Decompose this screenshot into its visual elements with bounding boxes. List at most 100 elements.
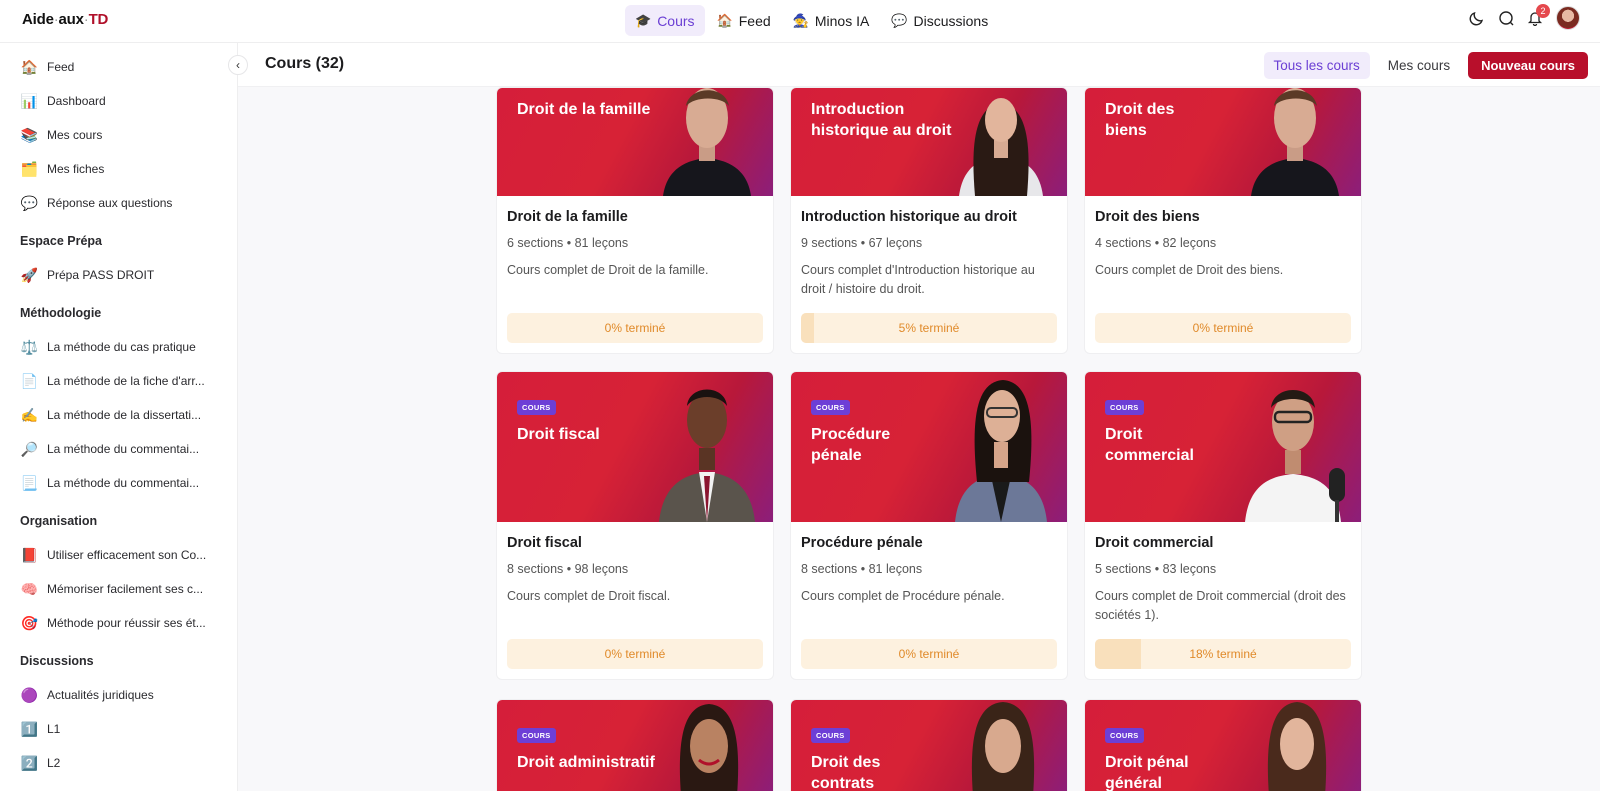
course-meta: 4 sections • 82 leçons bbox=[1095, 236, 1217, 250]
course-card-droit-administratif[interactable]: COURS Droit administratif bbox=[496, 699, 774, 791]
course-name: Procédure pénale bbox=[801, 535, 923, 551]
target-icon: 🎯 bbox=[20, 614, 39, 631]
banner-title: Procédure pénale bbox=[811, 426, 891, 464]
tab-tous-les-cours[interactable]: Tous les cours bbox=[1263, 52, 1370, 79]
wizard-icon: 🧙 bbox=[792, 12, 809, 28]
sidebar-item-memoriser[interactable]: 🧠 Mémoriser facilement ses c... bbox=[20, 578, 220, 600]
sidebar-item-l1[interactable]: 1️⃣ L1 bbox=[20, 718, 220, 740]
nav-label: Feed bbox=[738, 12, 771, 29]
nav-discussions[interactable]: 💬 Discussions bbox=[881, 5, 998, 36]
notification-badge: 2 bbox=[1536, 4, 1550, 18]
course-body: Droit des biens 4 sections • 82 leçons C… bbox=[1085, 196, 1361, 353]
sidebar-item-commentaire-2[interactable]: 📃 La méthode du commentai... bbox=[20, 472, 220, 494]
sidebar-collapse-button[interactable]: ‹ bbox=[228, 55, 248, 75]
sidebar-item-actualites[interactable]: 🟣 Actualités juridiques bbox=[20, 684, 220, 706]
sidebar-item-label: L1 bbox=[47, 722, 61, 736]
moon-icon[interactable] bbox=[1469, 10, 1485, 26]
course-card-droit-penal-general[interactable]: COURS Droit pénal général bbox=[1084, 699, 1362, 791]
course-card-droit-contrats[interactable]: COURS Droit des contrats bbox=[790, 699, 1068, 791]
course-banner: Droit de la famille bbox=[497, 88, 773, 196]
course-chip: COURS bbox=[1105, 400, 1144, 415]
instructor-photo bbox=[659, 389, 755, 522]
top-bar: Aide·aux·TD 🎓 Cours 🏠 Feed 🧙 Minos IA 💬 Disc… bbox=[0, 0, 1600, 43]
progress-label: 18% terminé bbox=[1189, 647, 1257, 661]
course-banner: Droit des biens bbox=[1085, 88, 1361, 196]
course-body: Procédure pénale 8 sections • 81 leçons … bbox=[791, 522, 1067, 679]
course-meta: 8 sections • 98 leçons bbox=[507, 562, 629, 576]
top-actions: 2 bbox=[1469, 4, 1580, 30]
course-meta: 9 sections • 67 leçons bbox=[801, 236, 923, 250]
sidebar-item-code[interactable]: 📕 Utiliser efficacement son Co... bbox=[20, 544, 220, 566]
red-book-icon: 📕 bbox=[20, 546, 39, 563]
progress-bar: 0% terminé bbox=[1095, 313, 1351, 343]
progress-bar: 0% terminé bbox=[801, 639, 1057, 669]
magnifier-icon: 🔎 bbox=[20, 440, 39, 457]
graduation-cap-icon: 🎓 bbox=[635, 12, 652, 28]
progress-bar: 0% terminé bbox=[507, 313, 763, 343]
banner-title: Droit pénal général bbox=[1105, 754, 1189, 791]
sidebar-item-dissertation[interactable]: ✍️ La méthode de la dissertati... bbox=[20, 404, 220, 426]
search-icon[interactable] bbox=[1498, 10, 1514, 26]
course-card-droit-famille[interactable]: Droit de la famille Droit de la famille … bbox=[496, 87, 774, 354]
course-body: Droit de la famille 6 sections • 81 leço… bbox=[497, 196, 773, 353]
sidebar-item-label: Mémoriser facilement ses c... bbox=[47, 582, 204, 596]
course-banner: COURS Droit pénal général bbox=[1085, 700, 1361, 791]
course-body: Droit fiscal 8 sections • 98 leçons Cour… bbox=[497, 522, 773, 679]
instructor-photo bbox=[959, 98, 1043, 196]
sidebar-item-label: Feed bbox=[47, 60, 75, 74]
course-description: Cours complet de Droit des biens. bbox=[1095, 263, 1284, 277]
course-meta: 5 sections • 83 leçons bbox=[1095, 562, 1217, 576]
sidebar-item-reussir-etudes[interactable]: 🎯 Méthode pour réussir ses ét... bbox=[20, 612, 220, 634]
section-title-espace-prepa: Espace Prépa bbox=[20, 234, 102, 248]
speech-bubble-icon: 💬 bbox=[20, 194, 39, 211]
logo[interactable]: Aide·aux·TD bbox=[22, 11, 108, 28]
course-name: Droit fiscal bbox=[507, 535, 582, 551]
nav-cours[interactable]: 🎓 Cours bbox=[625, 5, 705, 36]
brain-icon: 🧠 bbox=[20, 580, 39, 597]
course-card-droit-commercial[interactable]: COURS Droit commercial Droit commercial … bbox=[1084, 371, 1362, 680]
course-filters: Tous les cours Mes cours Nouveau cours bbox=[1263, 52, 1588, 79]
course-card-intro-historique[interactable]: Introduction historique au droit Introdu… bbox=[790, 87, 1068, 354]
course-name: Droit commercial bbox=[1095, 535, 1214, 551]
instructor-photo bbox=[1267, 702, 1327, 791]
sidebar-item-label: Mes fiches bbox=[47, 162, 105, 176]
banner-title: Droit commercial bbox=[1105, 426, 1194, 464]
progress-label: 0% terminé bbox=[898, 647, 960, 661]
card-box-icon: 🗂️ bbox=[20, 160, 39, 177]
banner-title: Droit des contrats bbox=[811, 754, 881, 791]
progress-label: 0% terminé bbox=[604, 321, 666, 335]
progress-bar: 18% terminé bbox=[1095, 639, 1351, 669]
sidebar-item-dashboard[interactable]: 📊 Dashboard bbox=[20, 90, 220, 112]
document-icon: 📄 bbox=[20, 372, 39, 389]
sidebar-item-label: Utiliser efficacement son Co... bbox=[47, 548, 207, 562]
nav-minos-ia[interactable]: 🧙 Minos IA bbox=[783, 5, 880, 36]
speech-bubble-icon: 💬 bbox=[891, 12, 908, 28]
new-course-button[interactable]: Nouveau cours bbox=[1468, 52, 1588, 79]
sidebar-item-mes-fiches[interactable]: 🗂️ Mes fiches bbox=[20, 158, 220, 180]
course-meta: 8 sections • 81 leçons bbox=[801, 562, 923, 576]
sidebar-item-cas-pratique[interactable]: ⚖️ La méthode du cas pratique bbox=[20, 336, 220, 358]
nav-feed[interactable]: 🏠 Feed bbox=[707, 5, 781, 36]
sidebar-item-reponse-questions[interactable]: 💬 Réponse aux questions bbox=[20, 192, 220, 214]
banner-title: Droit fiscal bbox=[517, 426, 600, 443]
notifications-button[interactable]: 2 bbox=[1527, 4, 1550, 26]
sidebar-item-fiche-arret[interactable]: 📄 La méthode de la fiche d'arr... bbox=[20, 370, 220, 392]
course-card-droit-biens[interactable]: Droit des biens Droit des biens 4 sectio… bbox=[1084, 87, 1362, 354]
sidebar-item-commentaire-1[interactable]: 🔎 La méthode du commentai... bbox=[20, 438, 220, 460]
course-banner: COURS Droit administratif bbox=[497, 700, 773, 791]
page-icon: 📃 bbox=[20, 474, 39, 491]
course-description: Cours complet de Droit commercial (droit… bbox=[1095, 589, 1346, 622]
sidebar-item-label: Réponse aux questions bbox=[47, 196, 173, 210]
sidebar-item-mes-cours[interactable]: 📚 Mes cours bbox=[20, 124, 220, 146]
sidebar-item-feed[interactable]: 🏠 Feed bbox=[20, 56, 220, 78]
course-card-droit-fiscal[interactable]: COURS Droit fiscal Droit fiscal 8 sectio… bbox=[496, 371, 774, 680]
tab-mes-cours[interactable]: Mes cours bbox=[1378, 52, 1460, 79]
avatar[interactable] bbox=[1556, 6, 1580, 30]
instructor-photo bbox=[679, 704, 739, 791]
house-icon: 🏠 bbox=[20, 58, 39, 75]
course-card-procedure-penale[interactable]: COURS Procédure pénale Procédure pénale … bbox=[790, 371, 1068, 680]
sidebar-item-prepa-pass[interactable]: 🚀 Prépa PASS DROIT bbox=[20, 264, 220, 286]
house-icon: 🏠 bbox=[716, 12, 733, 28]
sidebar-item-label: Méthode pour réussir ses ét... bbox=[47, 616, 206, 630]
sidebar-item-l2[interactable]: 2️⃣ L2 bbox=[20, 752, 220, 774]
